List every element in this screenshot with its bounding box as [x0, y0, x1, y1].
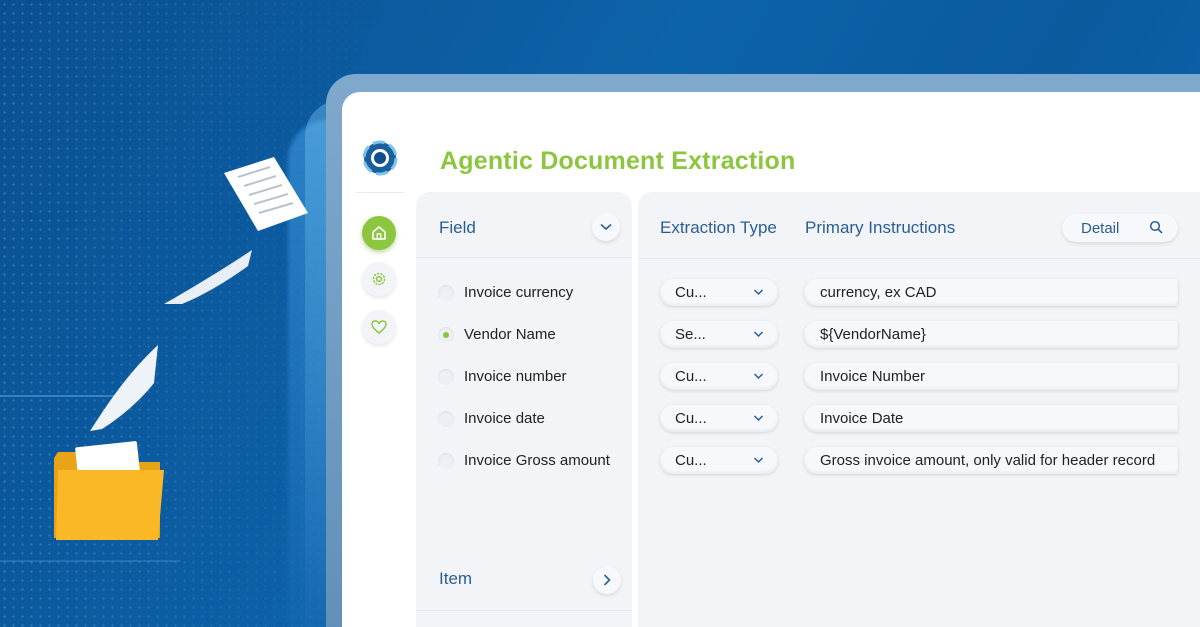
primary-instruction-value: Invoice Date [820, 410, 904, 427]
field-header-label: Field [439, 218, 476, 237]
primary-instruction-value: currency, ex CAD [820, 284, 937, 301]
primary-instruction-value: Invoice Number [820, 368, 926, 385]
radio-button-selected[interactable] [438, 327, 454, 343]
chevron-down-icon [753, 457, 764, 464]
extraction-type-select[interactable]: Cu... [660, 405, 778, 432]
primary-instruction-input[interactable]: ${VendorName} [804, 321, 1178, 348]
field-label: Invoice Gross amount [464, 452, 610, 469]
flying-document-icon [224, 157, 308, 231]
primary-instruction-input[interactable]: Invoice Date [804, 405, 1178, 432]
extraction-panel-divider [638, 258, 1200, 259]
chevron-down-icon [753, 415, 764, 422]
detail-label: Detail [1081, 220, 1120, 237]
radio-button[interactable] [438, 285, 454, 301]
primary-instruction-value: Gross invoice amount, only valid for hea… [820, 452, 1156, 469]
radio-button[interactable] [438, 411, 454, 427]
field-label: Vendor Name [464, 326, 556, 343]
chevron-down-icon [753, 289, 764, 296]
primary-instruction-input[interactable]: Invoice Number [804, 363, 1178, 390]
extraction-type-value: Cu... [675, 368, 707, 385]
field-dropdown-button[interactable] [592, 213, 620, 241]
chevron-down-icon [753, 373, 764, 380]
app-logo-icon [362, 140, 398, 176]
flying-paper-icon [164, 250, 252, 304]
sidebar-item-settings[interactable] [362, 262, 396, 296]
item-panel-divider [416, 610, 632, 611]
flying-paper-icon [90, 345, 158, 431]
heart-icon [371, 320, 387, 334]
extraction-type-value: Se... [675, 326, 706, 343]
extraction-type-select[interactable]: Se... [660, 321, 778, 348]
sidebar-item-home[interactable] [362, 216, 396, 250]
primary-instruction-input[interactable]: currency, ex CAD [804, 279, 1178, 306]
sidebar-divider [356, 192, 404, 193]
extraction-type-select[interactable]: Cu... [660, 363, 778, 390]
folder-icon [54, 441, 164, 540]
field-label: Invoice number [464, 368, 567, 385]
home-icon [372, 226, 386, 240]
column-header-primary-instructions: Primary Instructions [805, 218, 956, 237]
item-expand-button[interactable] [593, 566, 621, 594]
primary-instruction-value: ${VendorName} [820, 326, 926, 343]
extraction-type-select[interactable]: Cu... [660, 447, 778, 474]
item-detail-panel [638, 548, 1200, 627]
sidebar-item-favorites[interactable] [362, 310, 396, 344]
sidebar [342, 92, 416, 627]
detail-search-button[interactable]: Detail [1062, 214, 1178, 242]
background-streak [0, 560, 180, 562]
radio-button[interactable] [438, 369, 454, 385]
field-label: Invoice currency [464, 284, 574, 301]
chevron-right-icon [603, 574, 611, 586]
chevron-down-icon [753, 331, 764, 338]
chevron-down-icon [600, 223, 612, 231]
gear-icon [372, 272, 386, 286]
search-icon [1149, 220, 1163, 234]
column-header-extraction-type: Extraction Type [660, 218, 777, 237]
radio-button[interactable] [438, 453, 454, 469]
page-title: Agentic Document Extraction [440, 147, 796, 175]
item-header-label: Item [439, 569, 473, 588]
extraction-type-select[interactable]: Cu... [660, 279, 778, 306]
extraction-type-value: Cu... [675, 452, 707, 469]
primary-instruction-input[interactable]: Gross invoice amount, only valid for hea… [804, 447, 1178, 474]
extraction-type-value: Cu... [675, 410, 707, 427]
app-window: Agentic Document Extraction Field Invoic… [342, 92, 1200, 627]
extraction-type-value: Cu... [675, 284, 707, 301]
field-label: Invoice date [464, 410, 545, 427]
